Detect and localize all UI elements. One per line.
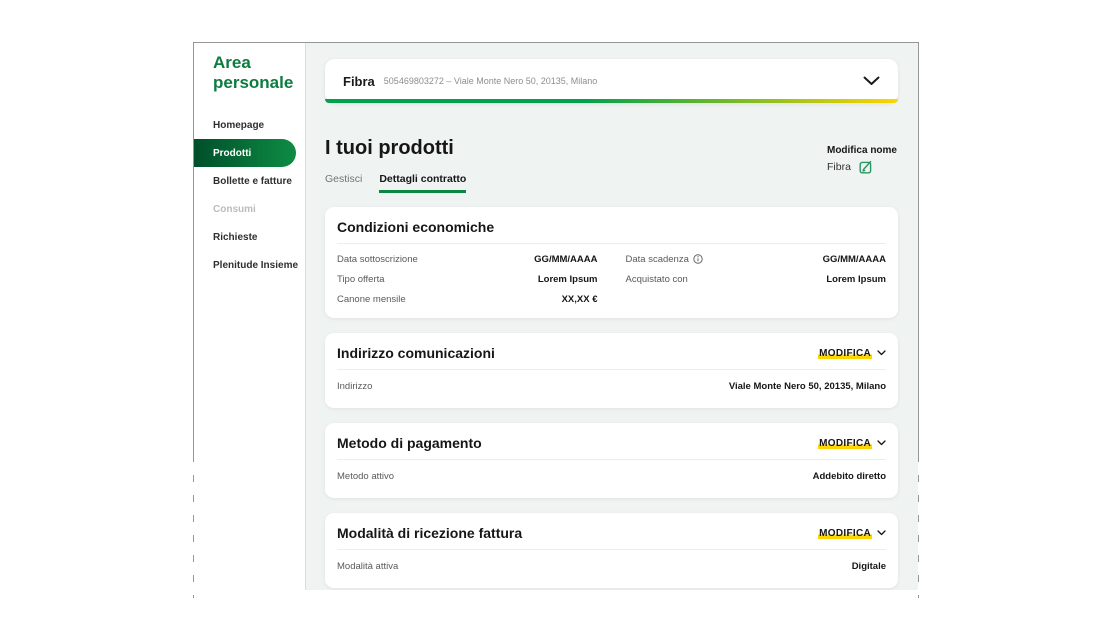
tab-dettagli-contratto[interactable]: Dettagli contratto xyxy=(379,173,466,193)
card-title: Modalità di ricezione fattura xyxy=(337,525,522,541)
card-title: Condizioni economiche xyxy=(337,219,494,235)
field-data-scadenza: Data scadenza GG/MM/AAAA xyxy=(626,249,887,269)
chevron-down-icon xyxy=(877,530,886,536)
page-title: I tuoi prodotti xyxy=(325,137,898,160)
field-tipo-offerta: Tipo offerta Lorem Ipsum xyxy=(337,269,598,289)
field-metodo-attivo: Metodo attivo Addebito diretto xyxy=(337,460,886,489)
product-name: Fibra xyxy=(343,74,375,89)
tab-gestisci[interactable]: Gestisci xyxy=(325,173,362,193)
sidebar-item-richieste[interactable]: Richieste xyxy=(194,223,305,251)
rename-value: Fibra xyxy=(827,161,851,173)
frame-right-border-dashed xyxy=(918,455,919,598)
page-head: I tuoi prodotti Modifica nome Fibra Gest… xyxy=(325,137,898,193)
sidebar-nav: Homepage Prodotti Bollette e fatture Con… xyxy=(194,111,305,279)
field-indirizzo: Indirizzo Viale Monte Nero 50, 20135, Mi… xyxy=(337,370,886,399)
rename-label: Modifica nome xyxy=(827,145,897,156)
field-empty xyxy=(626,289,887,309)
chevron-down-icon xyxy=(877,350,886,356)
economic-fields-grid: Data sottoscrizione GG/MM/AAAA Data scad… xyxy=(337,244,886,309)
card-indirizzo-comunicazioni: Indirizzo comunicazioni MODIFICA Indiriz… xyxy=(325,333,898,408)
card-condizioni-economiche: Condizioni economiche Data sottoscrizion… xyxy=(325,207,898,318)
sidebar-item-plenitude-insieme[interactable]: Plenitude Insieme xyxy=(194,251,305,279)
main-content: Fibra 505469803272 – Viale Monte Nero 50… xyxy=(306,43,918,590)
page-canvas: Area personale Homepage Prodotti Bollett… xyxy=(0,0,1113,640)
tabs: Gestisci Dettagli contratto xyxy=(325,173,898,193)
edit-pencil-icon[interactable] xyxy=(859,160,873,174)
field-canone-mensile: Canone mensile XX,XX € xyxy=(337,289,598,309)
product-contract-details: 505469803272 – Viale Monte Nero 50, 2013… xyxy=(384,76,598,86)
sidebar-item-bollette-e-fatture[interactable]: Bollette e fatture xyxy=(194,167,305,195)
chevron-down-icon[interactable] xyxy=(863,76,880,86)
product-selector-dropdown[interactable]: Fibra 505469803272 – Viale Monte Nero 50… xyxy=(325,59,898,103)
sidebar-item-prodotti[interactable]: Prodotti xyxy=(194,139,296,167)
sidebar: Area personale Homepage Prodotti Bollett… xyxy=(194,43,306,590)
card-title: Indirizzo comunicazioni xyxy=(337,345,495,361)
chevron-down-icon xyxy=(877,440,886,446)
card-modalita-ricezione-fattura: Modalità di ricezione fattura MODIFICA M… xyxy=(325,513,898,588)
selector-gradient-bar xyxy=(325,99,898,103)
info-icon[interactable] xyxy=(693,254,703,264)
field-modalita-attiva: Modalità attiva Digitale xyxy=(337,550,886,579)
frame-right-border-solid xyxy=(918,42,919,455)
modifica-billing-button[interactable]: MODIFICA xyxy=(818,528,886,539)
field-data-sottoscrizione: Data sottoscrizione GG/MM/AAAA xyxy=(337,249,598,269)
sidebar-title: Area personale xyxy=(213,53,295,93)
sidebar-item-homepage[interactable]: Homepage xyxy=(194,111,305,139)
app-frame: Area personale Homepage Prodotti Bollett… xyxy=(193,42,919,590)
sidebar-item-consumi: Consumi xyxy=(194,195,305,223)
card-title: Metodo di pagamento xyxy=(337,435,482,451)
modifica-address-button[interactable]: MODIFICA xyxy=(818,348,886,359)
field-acquistato-con: Acquistato con Lorem Ipsum xyxy=(626,269,887,289)
cards-list: Condizioni economiche Data sottoscrizion… xyxy=(325,207,898,590)
card-metodo-di-pagamento: Metodo di pagamento MODIFICA Metodo atti… xyxy=(325,423,898,498)
modifica-payment-button[interactable]: MODIFICA xyxy=(818,438,886,449)
rename-widget: Modifica nome Fibra xyxy=(827,145,897,174)
